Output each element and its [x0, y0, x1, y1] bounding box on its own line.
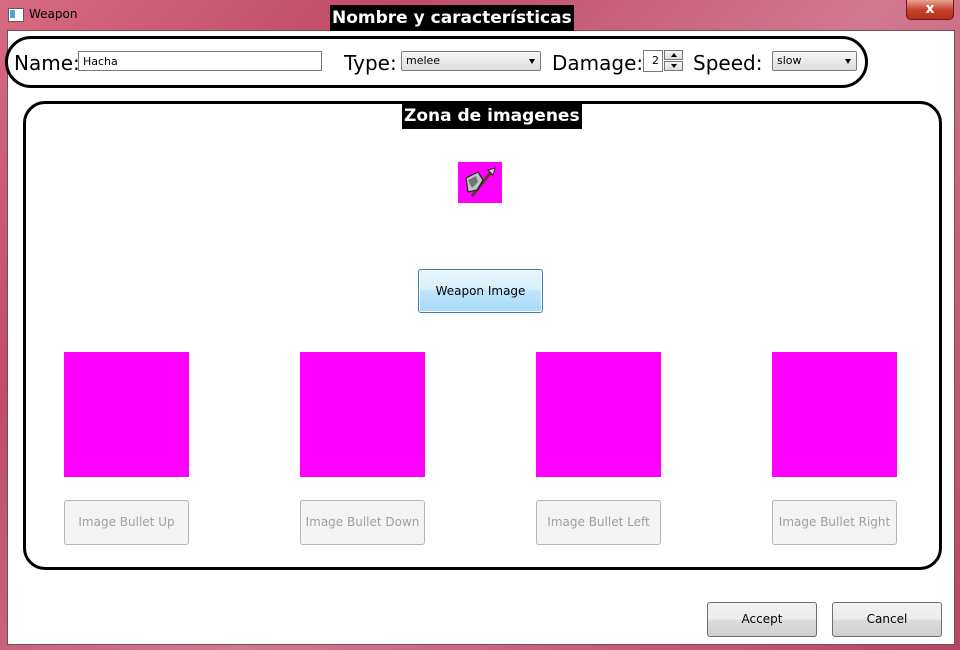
- chevron-down-icon: [529, 59, 535, 64]
- characteristics-annotation: Nombre y características: [330, 5, 574, 31]
- bullet-down-button[interactable]: Image Bullet Down: [300, 500, 425, 545]
- weapon-image-preview: [458, 162, 502, 203]
- bullet-up-button[interactable]: Image Bullet Up: [64, 500, 189, 545]
- bullet-up-preview: [64, 352, 189, 477]
- window-title: Weapon: [29, 7, 78, 21]
- cancel-button[interactable]: Cancel: [832, 602, 942, 637]
- name-input[interactable]: Hacha: [78, 51, 322, 71]
- damage-value[interactable]: 2: [643, 50, 663, 72]
- speed-label: Speed:: [693, 51, 763, 75]
- chevron-down-icon: [845, 59, 851, 64]
- close-button[interactable]: x: [906, 0, 954, 20]
- weapon-image-button[interactable]: Weapon Image: [418, 269, 543, 313]
- damage-increment-button[interactable]: [664, 50, 683, 60]
- accept-button[interactable]: Accept: [707, 602, 817, 637]
- bullet-right-preview: [772, 352, 897, 477]
- damage-label: Damage:: [552, 51, 644, 75]
- speed-select[interactable]: slow: [772, 51, 857, 71]
- name-label: Name:: [14, 51, 80, 75]
- images-annotation: Zona de imagenes: [402, 103, 582, 129]
- bullet-left-button[interactable]: Image Bullet Left: [536, 500, 661, 545]
- bullet-down-preview: [300, 352, 425, 477]
- window-icon: [8, 8, 24, 22]
- arrow-up-icon: [671, 53, 677, 57]
- type-select[interactable]: melee: [401, 51, 541, 71]
- bullet-left-preview: [536, 352, 661, 477]
- type-select-value: melee: [406, 54, 441, 67]
- arrow-down-icon: [671, 64, 677, 68]
- damage-decrement-button[interactable]: [664, 61, 683, 71]
- speed-select-value: slow: [777, 54, 802, 67]
- axe-icon: [458, 162, 502, 203]
- damage-stepper[interactable]: 2: [643, 50, 684, 72]
- window-frame: Weapon x Nombre y características Zona d…: [0, 0, 960, 650]
- type-label: Type:: [344, 51, 397, 75]
- bullet-right-button[interactable]: Image Bullet Right: [772, 500, 897, 545]
